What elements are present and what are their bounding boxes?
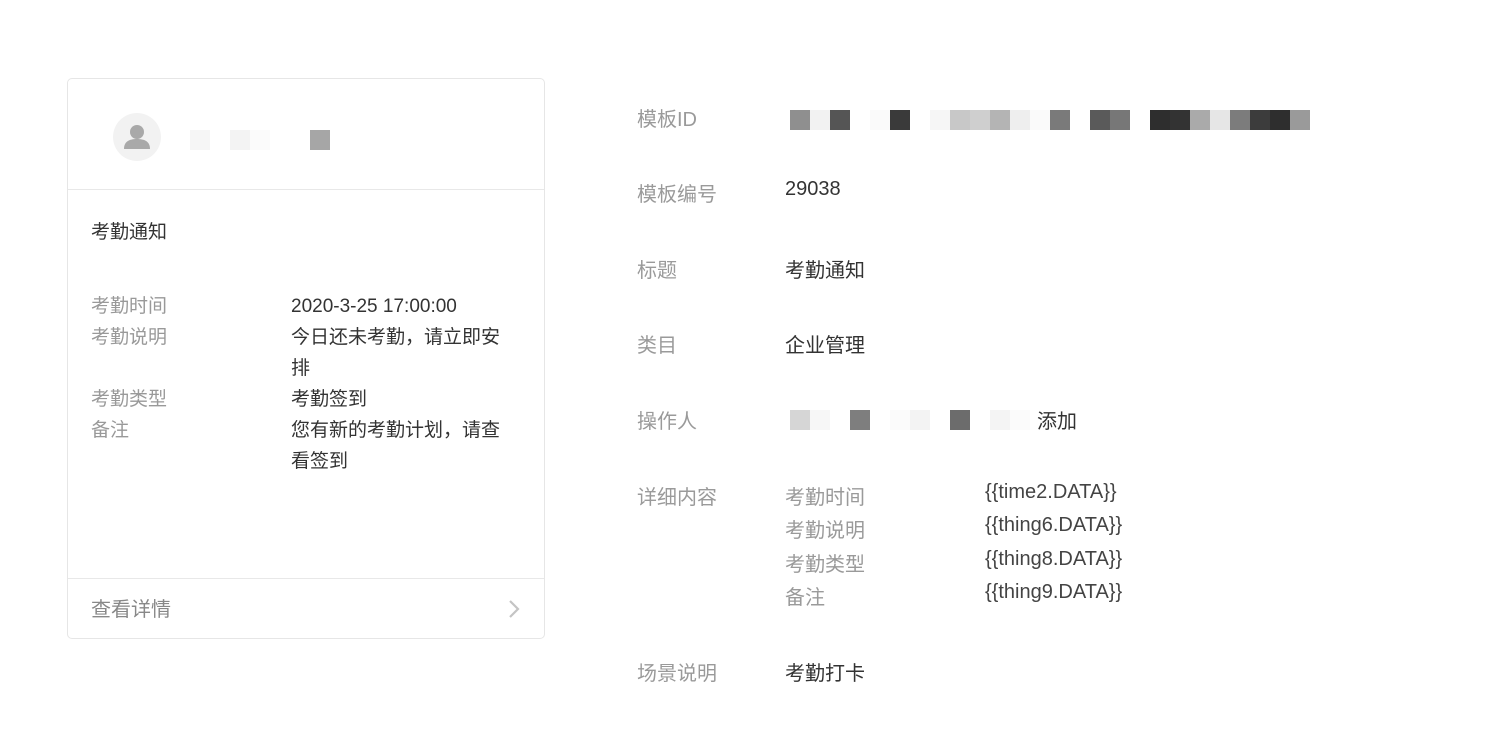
field-label: 考勤类型: [91, 389, 168, 410]
field-value: 您有新的考勤计划，请查看签到: [291, 420, 501, 472]
detail-value-type: {{thing8.DATA}}: [985, 548, 1123, 570]
title-label: 标题: [637, 260, 677, 282]
blurred-operator-name: [790, 410, 1030, 430]
category-value: 企业管理: [785, 335, 865, 357]
category-label: 类目: [637, 335, 677, 357]
card-title: 考勤通知: [91, 222, 168, 243]
view-details-row[interactable]: 查看详情: [68, 578, 544, 638]
detail-value-remark: {{thing9.DATA}}: [985, 581, 1123, 603]
field-value: 2020-3-25 17:00:00: [291, 296, 457, 317]
template-number-value: 29038: [785, 178, 841, 200]
card-field-description: 考勤说明 今日还未考勤，请立即安排: [91, 322, 531, 384]
operator-suffix: 添加: [1037, 411, 1077, 433]
template-id-label: 模板ID: [637, 109, 697, 131]
card-field-type: 考勤类型 考勤签到: [91, 384, 531, 415]
operator-label: 操作人: [637, 411, 697, 433]
field-value: 考勤签到: [291, 389, 368, 410]
chevron-right-icon: [509, 600, 520, 618]
field-label: 备注: [91, 420, 130, 441]
field-label: 考勤时间: [91, 296, 168, 317]
card-field-time: 考勤时间 2020-3-25 17:00:00: [91, 291, 531, 322]
detail-label: 详细内容: [637, 487, 717, 509]
blurred-account-name: [190, 130, 330, 150]
field-label: 考勤说明: [91, 327, 168, 348]
detail-key-type: 考勤类型: [785, 554, 865, 576]
detail-key-time: 考勤时间: [785, 487, 865, 509]
detail-key-remark: 备注: [785, 587, 825, 609]
scene-label: 场景说明: [637, 663, 717, 685]
detail-value-time: {{time2.DATA}}: [985, 481, 1117, 503]
card-header: [68, 79, 544, 190]
scene-value: 考勤打卡: [785, 663, 865, 685]
user-avatar-icon: [113, 113, 161, 161]
title-value: 考勤通知: [785, 260, 865, 282]
card-field-remark: 备注 您有新的考勤计划，请查看签到: [91, 415, 531, 477]
template-preview-card: 考勤通知 考勤时间 2020-3-25 17:00:00 考勤说明 今日还未考勤…: [67, 78, 545, 639]
template-number-label: 模板编号: [637, 184, 717, 206]
view-details-link[interactable]: 查看详情: [91, 593, 171, 622]
detail-value-description: {{thing6.DATA}}: [985, 514, 1123, 536]
field-value: 今日还未考勤，请立即安排: [291, 327, 501, 379]
blurred-template-id: [790, 110, 1310, 130]
detail-key-description: 考勤说明: [785, 520, 865, 542]
